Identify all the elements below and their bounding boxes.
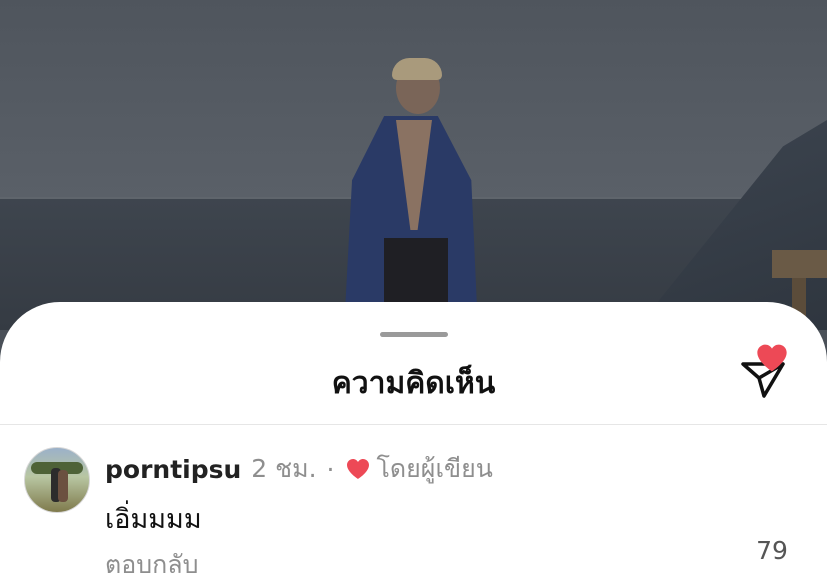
heart-icon (346, 459, 369, 479)
meta-separator: · (326, 454, 335, 484)
avatar-person (58, 470, 68, 502)
comment-like-button[interactable] (754, 342, 790, 374)
heart-filled-icon (757, 344, 787, 372)
comments-sheet: ความคิดเห็น porntipsu 2 ชม. · โดยผู้เขีย… (0, 302, 827, 587)
boat-rail (772, 250, 827, 278)
person-figure (340, 58, 490, 330)
sheet-title: ความคิดเห็น (331, 366, 496, 401)
comment-time: 2 ชม. (251, 454, 317, 483)
avatar[interactable] (24, 447, 90, 513)
author-liked-label: โดยผู้เขียน (376, 454, 493, 483)
hair (392, 58, 442, 80)
comment-item: porntipsu 2 ชม. · โดยผู้เขียน เอิ่มมมม ต… (0, 442, 827, 587)
background-photo (0, 0, 827, 330)
reply-button[interactable]: ตอบกลับ (105, 545, 198, 585)
header-divider (0, 424, 827, 425)
comment-username[interactable]: porntipsu (105, 455, 241, 484)
comment-like-count: 79 (756, 536, 788, 565)
comment-meta: porntipsu 2 ชม. · โดยผู้เขียน (105, 452, 493, 486)
drag-handle[interactable] (380, 332, 448, 337)
author-like-badge: โดยผู้เขียน (345, 449, 493, 489)
comment-text: เอิ่มมมม (105, 504, 202, 535)
